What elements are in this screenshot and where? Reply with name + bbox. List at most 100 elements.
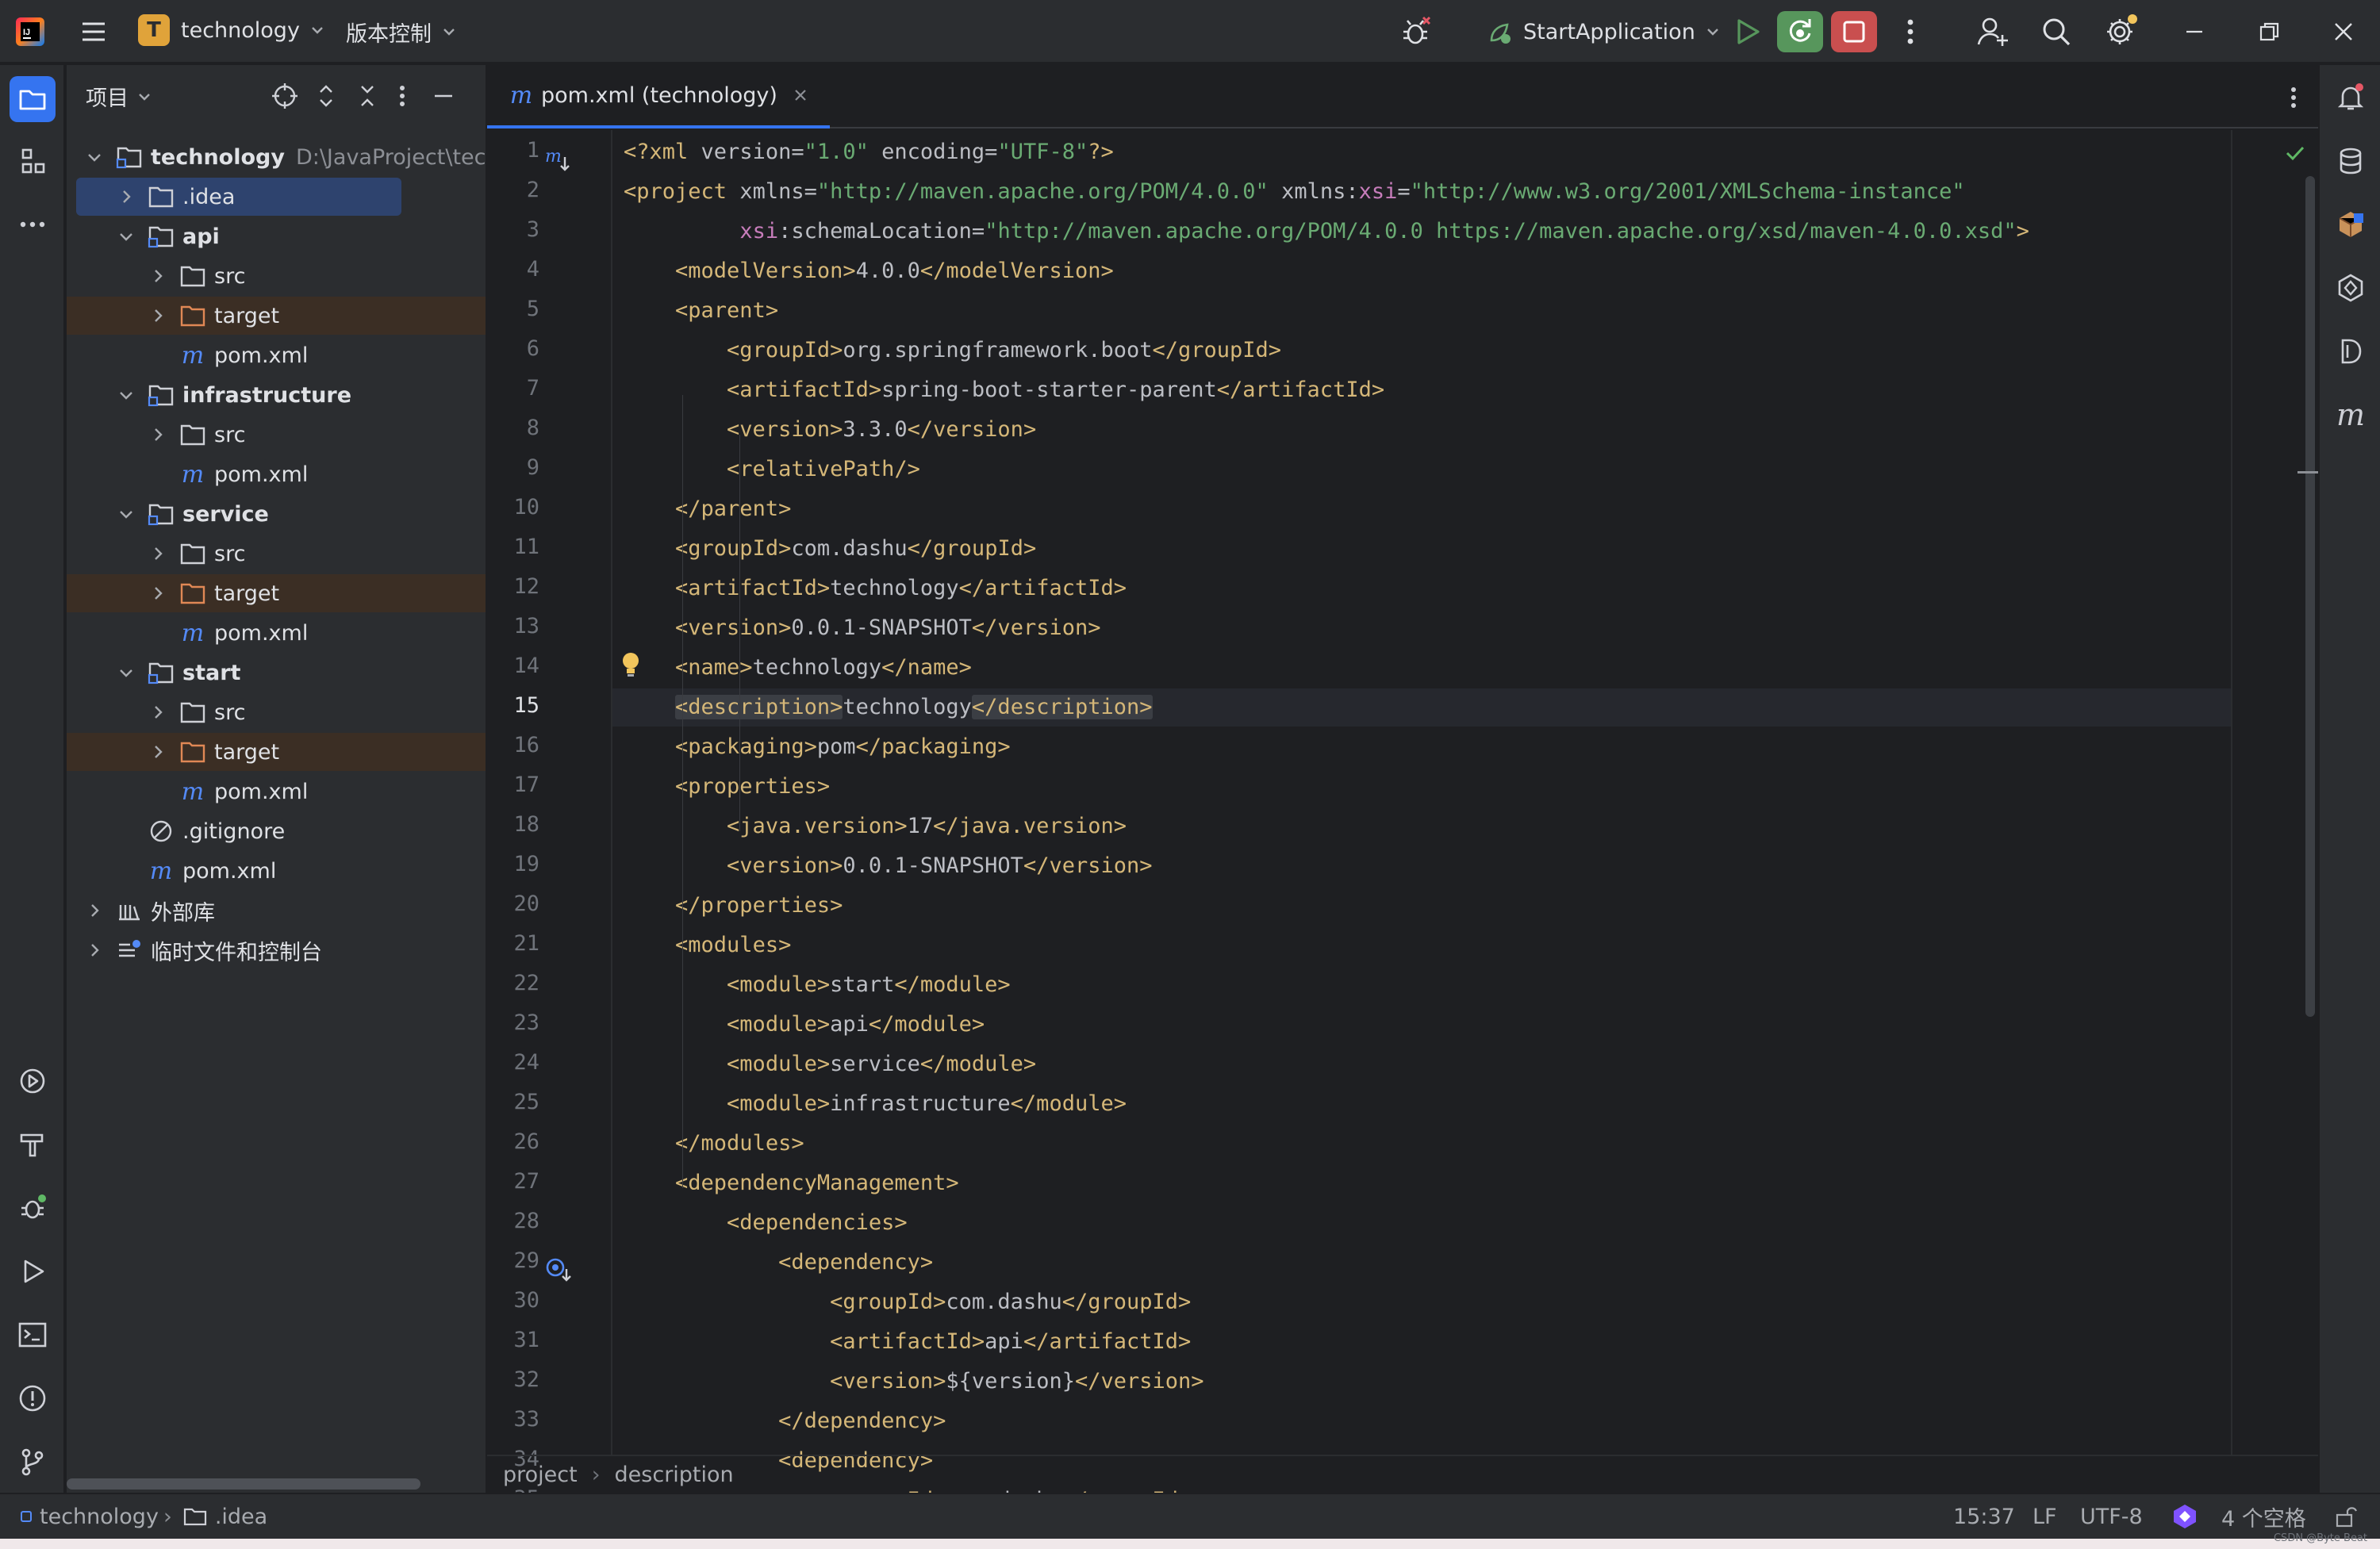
tree-item-pom-xml[interactable]: m pom.xml	[67, 336, 486, 374]
module-icon	[148, 383, 182, 407]
code-line: <relativePath/>	[612, 451, 2231, 489]
build-tool-button[interactable]	[10, 1121, 56, 1168]
expand-all-icon[interactable]	[311, 81, 341, 111]
dependency-gutter-icon[interactable]	[544, 1256, 573, 1285]
chevron-right-icon[interactable]	[149, 585, 179, 602]
tree-item-start[interactable]: start	[67, 654, 486, 692]
tree-item-target[interactable]: target	[67, 733, 486, 771]
chevron-down-icon[interactable]	[117, 505, 148, 523]
settings-gear-icon[interactable]	[2102, 13, 2139, 49]
tree-item-pom-xml[interactable]: m pom.xml	[67, 455, 486, 493]
more-tools-button[interactable]	[10, 201, 56, 247]
line-number: 22	[513, 971, 539, 995]
chevron-right-icon[interactable]	[149, 743, 179, 761]
tree-item-pom-xml[interactable]: m pom.xml	[67, 614, 486, 652]
chevron-down-icon[interactable]	[117, 228, 148, 245]
maven-override-gutter-icon[interactable]: m	[544, 146, 573, 174]
locate-file-icon[interactable]	[270, 81, 300, 111]
code-editor[interactable]: <?xml version="1.0" encoding="UTF-8"?> <p…	[612, 130, 2231, 1520]
code-token: </artifactId>	[958, 576, 1127, 600]
project-tool-button[interactable]	[10, 76, 56, 122]
debug-bug-icon[interactable]	[1399, 14, 1434, 49]
database-button[interactable]	[2328, 138, 2374, 184]
tree-item-api[interactable]: api	[67, 217, 486, 255]
breadcrumb-item-project[interactable]: project	[503, 1463, 578, 1487]
chevron-right-icon[interactable]	[86, 902, 116, 919]
run-config-selector[interactable]: StartApplication	[1487, 14, 1721, 49]
status-folder-crumb[interactable]: › .idea	[163, 1494, 267, 1539]
git-tool-button[interactable]	[10, 1439, 56, 1485]
structure-tool-button[interactable]	[10, 138, 56, 184]
tree-item-src[interactable]: src	[67, 257, 486, 295]
tree-item-infrastructure[interactable]: infrastructure	[67, 376, 486, 414]
options-more-icon[interactable]	[390, 81, 414, 111]
notifications-button[interactable]	[2328, 75, 2374, 121]
no-problems-check-icon[interactable]	[2283, 141, 2307, 165]
project-switcher[interactable]: T technology	[138, 14, 325, 46]
project-view-selector[interactable]: 项目	[86, 81, 152, 112]
restore-icon[interactable]	[2253, 16, 2285, 48]
tree-item-src[interactable]: src	[67, 535, 486, 573]
tree-item-technology[interactable]: technology D:\JavaProject\technology	[67, 138, 486, 176]
debug-tool-button[interactable]	[10, 1185, 56, 1231]
search-icon[interactable]	[2039, 14, 2074, 49]
tree-item-target[interactable]: target	[67, 297, 486, 335]
tree-item-src[interactable]: src	[67, 693, 486, 731]
code-token: <packaging>	[675, 734, 817, 759]
editor-tabs-more-icon[interactable]	[2282, 82, 2305, 113]
chevron-down-icon[interactable]	[117, 664, 148, 681]
folder-icon	[179, 264, 214, 288]
plugin-button[interactable]	[2328, 201, 2374, 247]
tree-item-[interactable]: 临时文件和控制台	[67, 931, 486, 969]
ide-logo-icon[interactable]: IJ	[14, 16, 46, 48]
ai-assistant-button[interactable]	[2328, 265, 2374, 311]
debug-running-button[interactable]	[1777, 11, 1823, 52]
close-window-icon[interactable]	[2328, 16, 2359, 48]
tree-item-src[interactable]: src	[67, 416, 486, 454]
chevron-right-icon[interactable]	[149, 704, 179, 721]
hide-panel-icon[interactable]	[428, 81, 459, 111]
code-with-me-icon[interactable]	[1975, 14, 2010, 49]
run-icon[interactable]	[1729, 14, 1764, 49]
tree-item-service[interactable]: service	[67, 495, 486, 533]
breadcrumb-item-description[interactable]: description	[615, 1463, 734, 1487]
line-separator[interactable]: LF	[2033, 1494, 2057, 1539]
chevron-right-icon[interactable]	[149, 267, 179, 285]
close-tab-icon[interactable]	[792, 86, 809, 104]
chevron-right-icon[interactable]	[149, 307, 179, 324]
problems-tool-button[interactable]	[10, 1375, 56, 1421]
minimize-icon[interactable]	[2178, 16, 2210, 48]
horizontal-scrollbar[interactable]	[67, 1478, 420, 1490]
terminal-tool-button[interactable]	[10, 1312, 56, 1358]
caret-position[interactable]: 15:37	[1953, 1494, 2015, 1539]
editor-gutter[interactable]: m 1 2 3 4 5 6 7 8 9 10 11 12 13 14 15 16 17 18 19 20 21 22 23 2…	[487, 130, 639, 1520]
line-number: 1	[526, 138, 539, 163]
maven-button[interactable]: m	[2328, 392, 2374, 438]
chevron-right-icon[interactable]	[117, 188, 148, 205]
ai-status-icon[interactable]	[2171, 1494, 2199, 1539]
vertical-scrollbar[interactable]	[2305, 176, 2315, 1017]
stop-button[interactable]	[1831, 11, 1877, 52]
status-project-crumb[interactable]: technology	[21, 1494, 159, 1539]
file-encoding[interactable]: UTF-8	[2080, 1494, 2143, 1539]
tree-item-gitignore[interactable]: .gitignore	[67, 812, 486, 850]
vcs-menu[interactable]: 版本控制	[346, 16, 457, 48]
chevron-down-icon[interactable]	[117, 386, 148, 404]
tree-item-target[interactable]: target	[67, 574, 486, 612]
chevron-down-icon[interactable]	[86, 148, 116, 166]
collapse-all-icon[interactable]	[352, 81, 382, 111]
chevron-right-icon[interactable]	[86, 941, 116, 959]
main-menu-icon[interactable]	[78, 16, 109, 48]
tree-item-pom-xml[interactable]: m pom.xml	[67, 852, 486, 890]
chevron-right-icon[interactable]	[149, 545, 179, 562]
code-token: </name>	[881, 655, 972, 680]
run-tool-button[interactable]	[10, 1248, 56, 1294]
chevron-right-icon[interactable]	[149, 426, 179, 443]
more-actions-icon[interactable]	[1896, 14, 1925, 49]
tree-item-pom-xml[interactable]: m pom.xml	[67, 773, 486, 811]
tree-item-idea[interactable]: .idea	[76, 178, 401, 216]
diagram-button[interactable]	[2328, 328, 2374, 374]
services-tool-button[interactable]	[10, 1058, 56, 1104]
tab-pom-xml[interactable]: m pom.xml (technology)	[487, 65, 830, 128]
tree-item-[interactable]: 外部库	[67, 891, 486, 930]
